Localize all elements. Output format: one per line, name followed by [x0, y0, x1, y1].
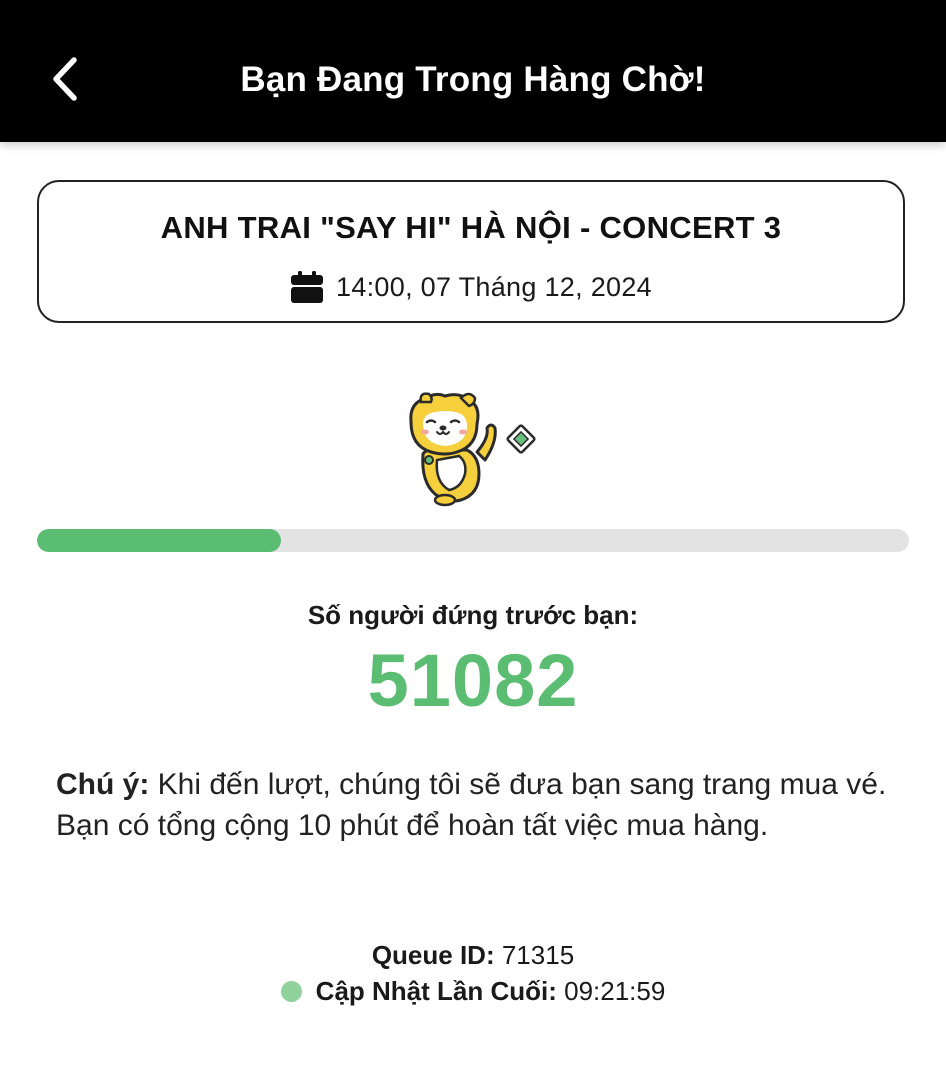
people-ahead-label: Số người đứng trước bạn: — [307, 600, 639, 630]
event-name: ANH TRAI "SAY HI" HÀ NỘI - CONCERT 3 — [160, 210, 782, 245]
calendar-icon — [290, 270, 324, 304]
notice-label: Chú ý: — [56, 768, 150, 801]
page-title: Bạn Đang Trong Hàng Chờ! — [240, 60, 706, 99]
shiba-dog-mascot-icon — [405, 390, 545, 510]
last-update-label: Cập Nhật Lần Cuối: — [315, 976, 557, 1006]
queue-id-label: Queue ID: — [371, 940, 495, 970]
notice-text: Chú ý: Khi đến lượt, chúng tôi sẽ đưa bạ… — [56, 764, 896, 846]
top-bar: Bạn Đang Trong Hàng Chờ! — [0, 0, 946, 142]
last-update-value: 09:21:59 — [556, 976, 666, 1006]
status-dot-icon — [280, 981, 302, 1002]
people-ahead-count: 51082 — [367, 639, 579, 722]
event-date: 14:00, 07 Tháng 12, 2024 — [336, 271, 652, 302]
notice-body: Khi đến lượt, chúng tôi sẽ đưa bạn sang … — [56, 768, 887, 842]
event-card: ANH TRAI "SAY HI" HÀ NỘI - CONCERT 3 14:… — [37, 180, 905, 323]
queue-id-row: Queue ID: 71315 — [0, 940, 946, 971]
last-update-row: Cập Nhật Lần Cuối: 09:21:59 — [0, 976, 946, 1007]
queue-progress-bar — [37, 529, 909, 552]
queue-id-value: 71315 — [494, 940, 575, 970]
queue-progress-fill — [37, 529, 282, 552]
event-date-row: 14:00, 07 Tháng 12, 2024 — [39, 270, 903, 304]
